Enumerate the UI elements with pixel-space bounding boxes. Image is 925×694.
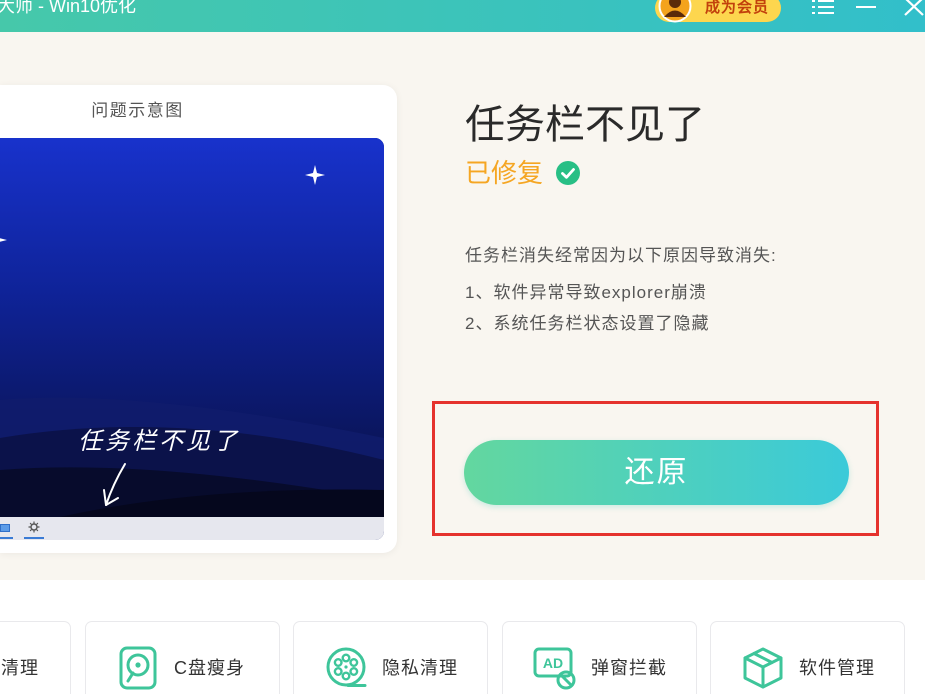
status-label: 已修复 [465, 158, 544, 188]
taskbar-active-indicator [24, 537, 44, 539]
become-member-label: 成为会员 [705, 0, 770, 16]
issue-description: 任务栏消失经常因为以下原因导致消失: [465, 246, 777, 265]
tool-label: C盘瘦身 [174, 658, 245, 678]
tool-label: 隐私清理 [382, 658, 458, 678]
night-sky-illustration [0, 138, 384, 517]
preview-title: 问题示意图 [91, 101, 184, 120]
tool-label: 弹窗拦截 [591, 658, 667, 678]
issue-status: 已修复 [465, 157, 581, 189]
film-reel-icon [326, 647, 367, 687]
issue-title: 任务栏不见了 [465, 103, 705, 147]
preview-illustration: 任务栏不见了 [0, 138, 384, 540]
tool-card-software-manager[interactable]: 软件管理 [710, 621, 905, 694]
reason-item: 1、软件异常导致explorer崩溃 [465, 283, 707, 302]
tool-label: 清理 [1, 658, 39, 678]
tool-card-c-drive-slim[interactable]: C盘瘦身 [85, 621, 280, 694]
preview-card: 问题示意图 任务栏不见了 [0, 85, 397, 553]
restore-button[interactable]: 还原 [464, 440, 849, 505]
title-bar: 大师 - Win10优化 成为会员 [0, 0, 925, 32]
tool-card-privacy-cleanup[interactable]: 隐私清理 [293, 621, 488, 694]
reason-item: 2、系统任务栏状态设置了隐藏 [465, 314, 710, 333]
menu-icon[interactable] [811, 0, 835, 16]
c-drive-icon [119, 646, 157, 690]
main-panel: 问题示意图 任务栏不见了 任务栏不见了 已修复 任务栏消失经常因为以下原因导致消… [0, 32, 925, 580]
ad-block-icon: AD [533, 647, 576, 690]
app-title: 大师 - Win10优化 [0, 0, 137, 16]
tool-label: 软件管理 [799, 658, 875, 678]
tool-bar: 清理 C盘瘦身 隐私清理 AD 弹窗拦截 软件管理 [0, 580, 925, 694]
become-member-button[interactable]: 成为会员 [655, 0, 781, 23]
illustration-caption: 任务栏不见了 [78, 427, 240, 455]
tool-card-popup-blocker[interactable]: AD 弹窗拦截 [502, 621, 697, 694]
minimize-icon[interactable] [854, 0, 878, 16]
taskbar-app-icon [0, 524, 10, 532]
ad-icon-text: AD [543, 655, 563, 671]
illustration-taskbar [0, 517, 384, 540]
taskbar-active-indicator [0, 537, 13, 539]
check-circle-icon [556, 161, 581, 185]
cube-icon [743, 647, 783, 689]
tool-card-cleanup[interactable]: 清理 [0, 621, 71, 694]
avatar-icon [658, 0, 692, 23]
gear-icon [28, 521, 40, 533]
highlight-frame: 还原 [432, 401, 879, 536]
close-icon[interactable] [901, 0, 925, 16]
